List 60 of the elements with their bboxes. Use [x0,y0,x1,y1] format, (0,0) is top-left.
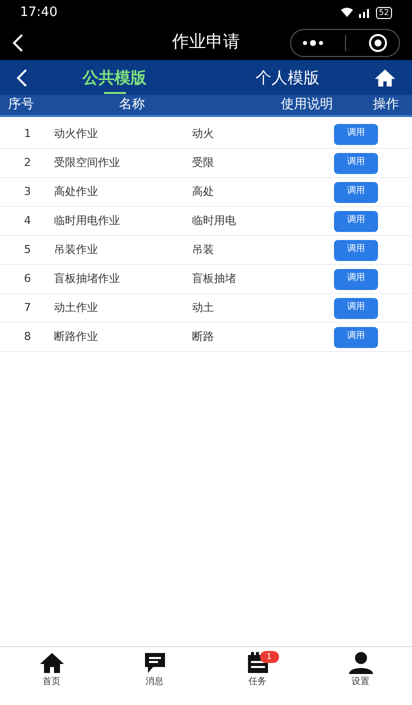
back-icon[interactable] [12,34,24,52]
table-cell-text: 动火 [192,126,215,142]
tab-bar-item[interactable]: 消息 [124,652,184,705]
tab-bar-item[interactable]: 首页 [22,652,82,705]
home-icon [38,652,64,674]
table-cell-text: 动火作业 [54,126,99,142]
column-header: 序号 [7,96,35,114]
more-icon[interactable] [302,40,324,46]
table-cell-text: 7 [23,300,32,316]
battery-indicator: 52 [376,6,392,18]
table-cell-text: 6 [23,270,32,287]
table-cell-text: 断路 [192,328,215,345]
template-tab[interactable]: 公共模版 [82,60,146,95]
table-cell-text: 断路作业 [54,328,99,345]
table-cell-text: 盲板抽堵 [192,270,237,287]
table-cell-text: 临时用电 [192,212,237,229]
table-cell-text: 5 [23,242,32,258]
tab-bar-label: 消息 [146,676,164,689]
table-cell-text: 吊装作业 [54,242,99,258]
tab-bar-item[interactable]: 任务 1 [228,652,288,705]
column-header: 操作 [372,96,400,114]
table-cell-text: 高处作业 [54,184,99,200]
use-button[interactable]: 调用 [334,124,378,144]
use-button[interactable]: 调用 [334,298,378,318]
use-button[interactable]: 调用 [334,268,378,290]
table-cell-text: 4 [23,212,32,229]
back-icon[interactable] [16,68,28,86]
table-cell-text: 高处 [192,184,215,200]
table-cell-text: 受限空间作业 [54,154,121,171]
table-cell-text: 受限 [192,154,215,171]
tab-bar-label: 设置 [352,676,370,689]
table-cell-text: 8 [23,328,32,345]
capsule-menu[interactable] [290,28,400,56]
column-header: 名称 [118,96,146,114]
use-button[interactable]: 调用 [334,182,378,202]
table-cell-text: 盲板抽堵作业 [54,270,121,287]
tab-bar-label: 任务 [248,676,266,689]
use-button[interactable]: 调用 [334,152,378,174]
table-cell-text: 2 [23,154,32,171]
template-tab[interactable]: 个人模版 [256,60,320,95]
user-icon [348,652,374,674]
chat-icon [142,652,166,674]
column-header: 使用说明 [280,96,334,114]
table-cell-text: 吊装 [192,242,215,258]
tab-bar-label: 首页 [42,676,60,689]
signal-icon [358,7,372,18]
use-button[interactable]: 调用 [334,240,378,260]
use-button[interactable]: 调用 [334,210,378,232]
table-cell-text: 1 [23,126,32,142]
tab-bar-item[interactable]: 设置 [330,652,390,705]
home-icon[interactable] [374,68,396,88]
status-time: 17:40 [20,4,58,22]
wifi-icon [340,7,354,18]
page-title: 作业申请 [172,30,240,54]
use-button[interactable]: 调用 [334,326,378,348]
count-badge: 1 [260,651,279,663]
table-cell-text: 3 [23,184,32,200]
table-cell-text: 动土 [192,300,215,316]
table-cell-text: 临时用电作业 [54,212,121,229]
table-cell-text: 动土作业 [54,300,99,316]
